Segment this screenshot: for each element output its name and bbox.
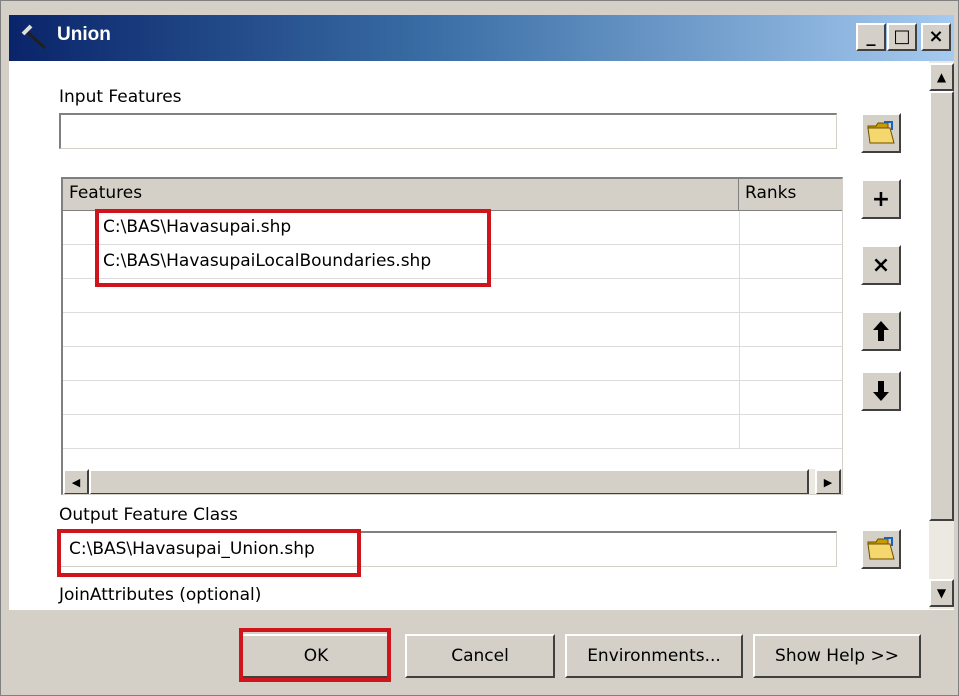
environments-button[interactable]: Environments... xyxy=(565,634,743,678)
arrow-down-icon xyxy=(873,381,889,401)
input-browse-button[interactable] xyxy=(861,113,901,153)
arrow-right-icon: ▶ xyxy=(823,475,833,489)
column-header-features[interactable]: Features xyxy=(63,179,739,211)
arrow-left-icon: ◀ xyxy=(71,475,81,489)
output-feature-class-label: Output Feature Class xyxy=(59,505,238,525)
scroll-up-button[interactable]: ▲ xyxy=(929,63,954,91)
cancel-button[interactable]: Cancel xyxy=(405,634,555,678)
rank-cell xyxy=(739,381,740,415)
highlight-output-field xyxy=(57,529,361,577)
scroll-left-button[interactable]: ◀ xyxy=(63,469,89,494)
arrow-up-icon xyxy=(873,321,889,341)
hammer-icon xyxy=(21,24,47,50)
arrow-up-small-icon: ▲ xyxy=(936,70,947,84)
button-bar: OK Cancel Environments... Show Help >> xyxy=(9,609,954,695)
union-dialog: Union _ □ × Input Features Features Rank… xyxy=(0,0,959,696)
title-bar[interactable]: Union _ □ × xyxy=(9,15,954,61)
move-down-button[interactable] xyxy=(861,371,901,411)
rank-cell xyxy=(739,279,740,313)
highlight-ok-button xyxy=(239,628,391,682)
plus-icon: + xyxy=(871,186,891,212)
rank-cell[interactable] xyxy=(739,245,740,279)
horizontal-scroll-thumb[interactable] xyxy=(89,469,809,494)
add-row-button[interactable]: + xyxy=(861,179,901,219)
scroll-right-button[interactable]: ▶ xyxy=(815,469,841,494)
join-attributes-label: JoinAttributes (optional) xyxy=(59,585,262,605)
vertical-scroll-thumb[interactable] xyxy=(929,91,954,521)
show-help-button[interactable]: Show Help >> xyxy=(753,634,921,678)
rank-cell[interactable] xyxy=(739,211,740,245)
table-row-empty xyxy=(63,381,842,415)
rank-cell xyxy=(739,415,740,449)
minimize-button[interactable]: _ xyxy=(856,23,886,51)
input-features-field[interactable] xyxy=(59,113,837,149)
rank-cell xyxy=(739,313,740,347)
maximize-button[interactable]: □ xyxy=(887,23,917,51)
window-title: Union xyxy=(57,24,111,45)
close-button[interactable]: × xyxy=(921,23,951,51)
arrow-down-small-icon: ▼ xyxy=(936,586,947,600)
x-icon: × xyxy=(871,252,891,278)
close-icon: × xyxy=(928,26,944,47)
table-row-empty xyxy=(63,313,842,347)
remove-row-button[interactable]: × xyxy=(861,245,901,285)
scroll-down-button[interactable]: ▼ xyxy=(929,579,954,607)
folder-icon xyxy=(867,121,895,144)
vertical-scrollbar[interactable]: ▲ ▼ xyxy=(929,61,954,609)
horizontal-scrollbar[interactable]: ◀ ▶ xyxy=(63,469,842,494)
column-header-ranks[interactable]: Ranks xyxy=(739,179,842,211)
highlight-input-rows xyxy=(95,209,491,287)
rank-cell xyxy=(739,347,740,381)
output-browse-button[interactable] xyxy=(861,529,901,569)
table-row-empty xyxy=(63,415,842,449)
table-row-empty xyxy=(63,347,842,381)
parameters-panel: Input Features Features Ranks C:\BAS\Hav… xyxy=(9,61,954,609)
table-header: Features Ranks xyxy=(63,179,842,211)
maximize-icon: □ xyxy=(893,26,911,47)
folder-icon xyxy=(867,537,895,560)
move-up-button[interactable] xyxy=(861,311,901,351)
minimize-icon: _ xyxy=(866,26,876,47)
input-features-label: Input Features xyxy=(59,87,182,107)
